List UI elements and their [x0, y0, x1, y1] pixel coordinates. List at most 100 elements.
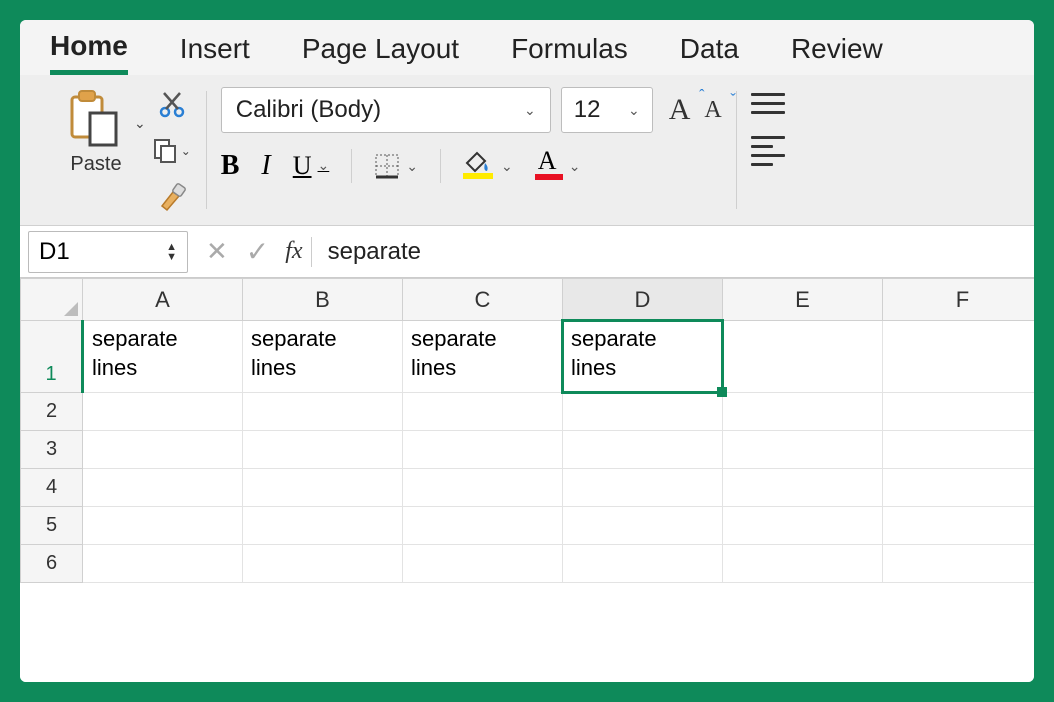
- bold-button[interactable]: B: [221, 150, 240, 182]
- ribbon-tabs: Home Insert Page Layout Formulas Data Re…: [20, 20, 1034, 75]
- divider: [351, 149, 352, 183]
- paste-label: Paste: [70, 153, 121, 176]
- accept-formula-button[interactable]: ✓: [246, 235, 269, 268]
- cell-F1[interactable]: [883, 321, 1035, 393]
- decrease-font-size-button[interactable]: Aˇ: [704, 97, 721, 124]
- cell-C1[interactable]: separate lines: [403, 321, 563, 393]
- tab-data[interactable]: Data: [680, 33, 739, 73]
- paste-dropdown-caret[interactable]: ⌄: [134, 87, 146, 132]
- cell-E2[interactable]: [723, 393, 883, 431]
- cell-A1[interactable]: separate lines: [83, 321, 243, 393]
- paintbrush-icon: [157, 182, 187, 212]
- cell-C6[interactable]: [403, 545, 563, 583]
- cell-D2[interactable]: [563, 393, 723, 431]
- tab-insert[interactable]: Insert: [180, 33, 250, 73]
- chevron-down-icon: ⌄: [569, 158, 581, 175]
- tab-page-layout[interactable]: Page Layout: [302, 33, 459, 73]
- insert-function-button[interactable]: fx: [285, 238, 302, 265]
- column-header-A[interactable]: A: [83, 279, 243, 321]
- cell-C2[interactable]: [403, 393, 563, 431]
- copy-button[interactable]: ⌄: [152, 135, 192, 167]
- name-box[interactable]: D1 ▲▼: [28, 231, 188, 273]
- cut-button[interactable]: [152, 89, 192, 121]
- chevron-down-icon: ⌄: [501, 158, 513, 175]
- format-painter-button[interactable]: [152, 181, 192, 213]
- cell-F3[interactable]: [883, 431, 1035, 469]
- font-name-value: Calibri (Body): [236, 96, 381, 124]
- italic-button[interactable]: I: [261, 150, 270, 182]
- cell-B3[interactable]: [243, 431, 403, 469]
- divider: [440, 149, 441, 183]
- ribbon-toolbar: Paste ⌄ ⌄: [20, 75, 1034, 226]
- font-color-icon: A: [538, 146, 557, 176]
- cell-A2[interactable]: [83, 393, 243, 431]
- chevron-down-icon: ⌄: [406, 158, 418, 175]
- font-group: Calibri (Body) ⌄ 12 ⌄ Aˆ Aˇ B I U⌄: [207, 87, 736, 183]
- cell-E4[interactable]: [723, 469, 883, 507]
- align-left-button[interactable]: [751, 136, 785, 166]
- cell-F4[interactable]: [883, 469, 1035, 507]
- cancel-formula-button[interactable]: ✕: [206, 236, 228, 267]
- font-name-dropdown[interactable]: Calibri (Body) ⌄: [221, 87, 551, 133]
- font-color-button[interactable]: A ⌄: [535, 152, 581, 180]
- scissors-icon: [158, 91, 186, 119]
- cell-A3[interactable]: [83, 431, 243, 469]
- column-header-D[interactable]: D: [563, 279, 723, 321]
- cell-C5[interactable]: [403, 507, 563, 545]
- underline-button[interactable]: U⌄: [293, 151, 330, 181]
- cell-F6[interactable]: [883, 545, 1035, 583]
- cell-D6[interactable]: [563, 545, 723, 583]
- clipboard-icon: [64, 87, 128, 151]
- align-top-button[interactable]: [751, 93, 785, 114]
- tab-home[interactable]: Home: [50, 30, 128, 75]
- row-header-3[interactable]: 3: [21, 431, 83, 469]
- cell-C4[interactable]: [403, 469, 563, 507]
- column-header-B[interactable]: B: [243, 279, 403, 321]
- tab-review[interactable]: Review: [791, 33, 883, 73]
- name-box-stepper[interactable]: ▲▼: [166, 242, 177, 262]
- row-header-2[interactable]: 2: [21, 393, 83, 431]
- row-header-5[interactable]: 5: [21, 507, 83, 545]
- fill-color-button[interactable]: ⌄: [463, 153, 513, 179]
- row-header-1[interactable]: 1: [21, 321, 83, 393]
- increase-font-size-button[interactable]: Aˆ: [669, 93, 691, 127]
- column-header-F[interactable]: F: [883, 279, 1035, 321]
- cell-B1[interactable]: separate lines: [243, 321, 403, 393]
- font-size-value: 12: [574, 96, 601, 124]
- column-header-C[interactable]: C: [403, 279, 563, 321]
- cell-D5[interactable]: [563, 507, 723, 545]
- cell-B2[interactable]: [243, 393, 403, 431]
- cell-D3[interactable]: [563, 431, 723, 469]
- cell-E6[interactable]: [723, 545, 883, 583]
- borders-button[interactable]: ⌄: [374, 153, 418, 179]
- copy-icon: [153, 138, 177, 164]
- row-header-4[interactable]: 4: [21, 469, 83, 507]
- cell-A4[interactable]: [83, 469, 243, 507]
- font-size-dropdown[interactable]: 12 ⌄: [561, 87, 653, 133]
- cell-E1[interactable]: [723, 321, 883, 393]
- chevron-down-icon: ⌄: [318, 158, 330, 175]
- alignment-group: [737, 87, 785, 166]
- cell-F2[interactable]: [883, 393, 1035, 431]
- paste-button[interactable]: Paste: [64, 87, 128, 176]
- chevron-down-icon: ⌄: [524, 102, 536, 119]
- spreadsheet-grid[interactable]: A B C D E F 1 separate lines separate li…: [20, 278, 1034, 682]
- select-all-corner[interactable]: [21, 279, 83, 321]
- cell-A6[interactable]: [83, 545, 243, 583]
- cell-B6[interactable]: [243, 545, 403, 583]
- chevron-down-icon: ⌄: [628, 102, 640, 119]
- paint-bucket-icon: [463, 151, 491, 173]
- row-header-6[interactable]: 6: [21, 545, 83, 583]
- tab-formulas[interactable]: Formulas: [511, 33, 628, 73]
- cell-B4[interactable]: [243, 469, 403, 507]
- cell-F5[interactable]: [883, 507, 1035, 545]
- cell-A5[interactable]: [83, 507, 243, 545]
- cell-E3[interactable]: [723, 431, 883, 469]
- formula-bar-input[interactable]: separate: [324, 234, 1034, 270]
- cell-D1[interactable]: separate lines: [563, 321, 723, 393]
- cell-D4[interactable]: [563, 469, 723, 507]
- cell-E5[interactable]: [723, 507, 883, 545]
- cell-B5[interactable]: [243, 507, 403, 545]
- cell-C3[interactable]: [403, 431, 563, 469]
- column-header-E[interactable]: E: [723, 279, 883, 321]
